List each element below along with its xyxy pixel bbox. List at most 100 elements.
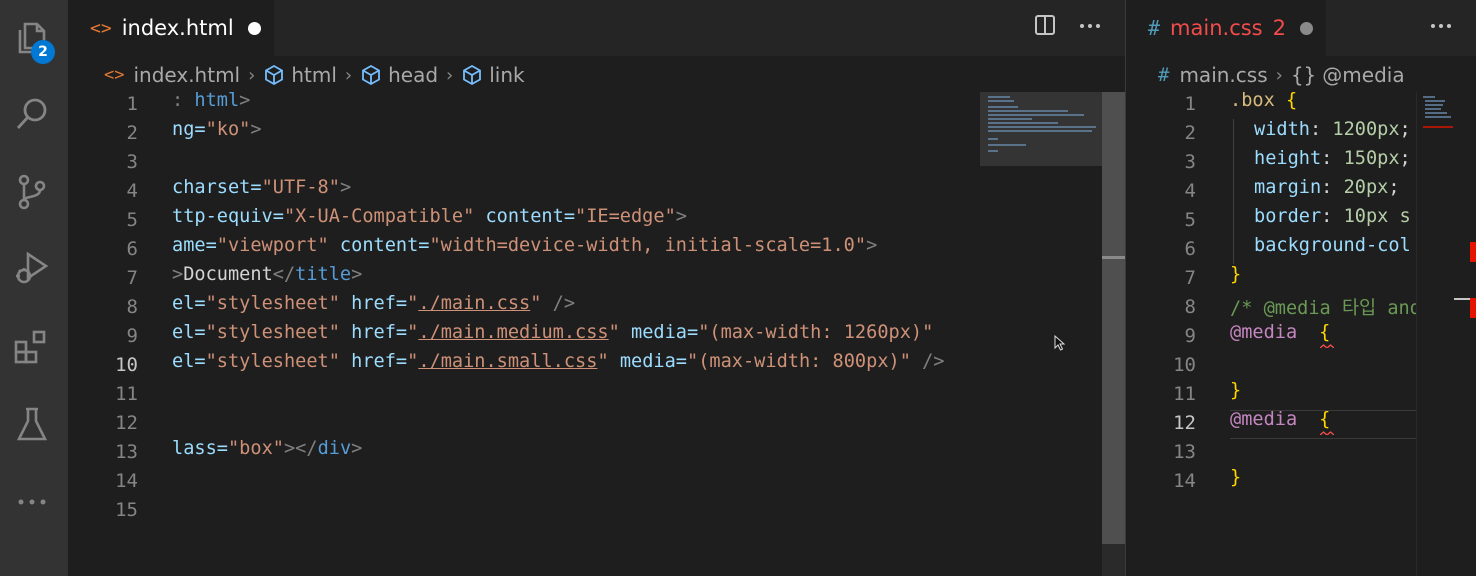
code-line-14: } <box>1230 467 1242 488</box>
line-number: 14 <box>115 470 138 492</box>
line-number: 9 <box>126 325 138 347</box>
vertical-scrollbar[interactable] <box>1102 92 1125 576</box>
code-line-10: el="stylesheet" href="./main.small.css" … <box>172 351 945 372</box>
run-debug-icon[interactable] <box>10 246 54 290</box>
line-number: 10 <box>1173 354 1196 376</box>
line-number: 6 <box>126 238 138 260</box>
code-line-8: /* @media 타입 and <box>1230 298 1421 319</box>
chevron-right-icon: › <box>446 64 454 86</box>
line-number: 4 <box>126 180 138 202</box>
tab-bar: # main.css 2 <box>1126 0 1476 56</box>
line-number: 3 <box>126 151 138 173</box>
scrollbar-thumb[interactable] <box>1102 92 1125 544</box>
code-line-2: ng="ko"> <box>172 119 262 140</box>
mouse-pointer-icon <box>1054 335 1066 351</box>
line-number: 11 <box>115 383 138 405</box>
code-line-5: ttp-equiv="X-UA-Compatible" content="IE=… <box>172 206 687 227</box>
code-line-4: margin: 20px; <box>1254 177 1400 198</box>
minimap[interactable] <box>980 92 1102 576</box>
code-line-6: ame="viewport" content="width=device-wid… <box>172 235 878 256</box>
line-number: 14 <box>1173 470 1196 492</box>
line-number: 13 <box>115 441 138 463</box>
code-line-9: el="stylesheet" href="./main.medium.css"… <box>172 322 934 343</box>
error-squiggle <box>1320 431 1334 435</box>
breadcrumb-html[interactable]: html <box>263 63 337 87</box>
code-line-5: border: 10px s <box>1254 206 1411 227</box>
line-number: 7 <box>1184 267 1196 289</box>
tab-main-css[interactable]: # main.css 2 <box>1126 0 1326 56</box>
line-number-active: 10 <box>115 354 138 376</box>
editor-group-right: # main.css 2 # main.css › {} @media 1 2 … <box>1126 0 1476 576</box>
code-line-11: } <box>1230 380 1242 401</box>
line-number: 1 <box>1184 93 1196 115</box>
code-line-7: } <box>1230 264 1242 285</box>
code-line-3: height: 150px; <box>1254 148 1411 169</box>
line-number-active: 12 <box>1173 412 1196 434</box>
editor-actions <box>1429 14 1453 36</box>
line-number: 9 <box>1184 325 1196 347</box>
editor-actions <box>1034 14 1102 36</box>
breadcrumb-symbol[interactable]: {} @media <box>1291 63 1405 87</box>
link-main-medium-css[interactable]: ./main.medium.css <box>418 322 608 343</box>
search-icon[interactable] <box>10 92 54 136</box>
code-line-1: .box { <box>1230 90 1298 111</box>
tab-label: index.html <box>121 16 234 40</box>
link-main-css[interactable]: ./main.css <box>418 293 530 314</box>
source-control-icon[interactable] <box>10 170 54 214</box>
line-number: 4 <box>1184 180 1196 202</box>
line-number: 2 <box>1184 122 1196 144</box>
line-number: 8 <box>1184 296 1196 318</box>
breadcrumb-head[interactable]: head <box>360 63 438 87</box>
line-number: 13 <box>1173 441 1196 463</box>
line-number: 1 <box>126 93 138 115</box>
cursor-position-marker <box>1102 256 1125 259</box>
unsaved-dot-icon[interactable] <box>1300 21 1313 35</box>
link-main-small-css[interactable]: ./main.small.css <box>418 351 597 372</box>
testing-icon[interactable] <box>10 402 54 446</box>
chevron-right-icon: › <box>1275 64 1283 86</box>
problems-count: 2 <box>1272 16 1286 40</box>
line-number: 8 <box>126 296 138 318</box>
more-icon[interactable] <box>10 478 54 522</box>
split-editor-icon[interactable] <box>1034 14 1056 36</box>
breadcrumb-file[interactable]: <> index.html <box>104 63 240 87</box>
code-line-7: >Document</title> <box>172 264 363 285</box>
breadcrumb-link[interactable]: link <box>461 63 525 87</box>
line-number: 6 <box>1184 238 1196 260</box>
element-cube-icon <box>362 64 380 86</box>
tab-index-html[interactable]: <> index.html <box>68 0 274 56</box>
code-line-2: width: 1200px; <box>1254 119 1411 140</box>
html-file-icon: <> <box>90 17 112 39</box>
line-number: 12 <box>115 412 138 434</box>
line-number: 3 <box>1184 151 1196 173</box>
code-line-6: background-col <box>1254 235 1411 256</box>
explorer-badge: 2 <box>31 40 55 64</box>
minimap-slider[interactable] <box>980 92 1102 166</box>
chevron-right-icon: › <box>248 64 256 86</box>
line-number: 2 <box>126 122 138 144</box>
code-line-13: lass="box"></div> <box>172 438 363 459</box>
activity-bar: 2 <box>0 0 68 576</box>
extensions-icon[interactable] <box>10 324 54 368</box>
line-number: 5 <box>126 209 138 231</box>
braces-icon: {} <box>1290 63 1317 87</box>
css-file-icon: # <box>1158 64 1170 86</box>
line-number: 11 <box>1173 383 1196 405</box>
minimap[interactable] <box>1416 92 1454 576</box>
error-marker <box>1470 242 1476 262</box>
more-actions-icon[interactable] <box>1078 14 1102 36</box>
unsaved-dot-icon[interactable] <box>247 21 261 35</box>
error-marker <box>1470 298 1476 318</box>
line-number: 7 <box>126 267 138 289</box>
vertical-scrollbar[interactable] <box>1454 92 1476 576</box>
element-cube-icon <box>463 64 482 86</box>
breadcrumb-file[interactable]: # main.css <box>1158 63 1268 87</box>
editor-group-left: <> index.html <> index.html › html › hea… <box>68 0 1125 576</box>
code-line-8: el="stylesheet" href="./main.css" /> <box>172 293 576 314</box>
code-line-4: charset="UTF-8"> <box>172 177 352 198</box>
line-number: 15 <box>115 499 138 521</box>
more-actions-icon[interactable] <box>1429 14 1453 36</box>
indent-guide <box>1233 119 1234 264</box>
error-squiggle <box>1320 344 1334 348</box>
css-file-icon: # <box>1148 16 1161 40</box>
